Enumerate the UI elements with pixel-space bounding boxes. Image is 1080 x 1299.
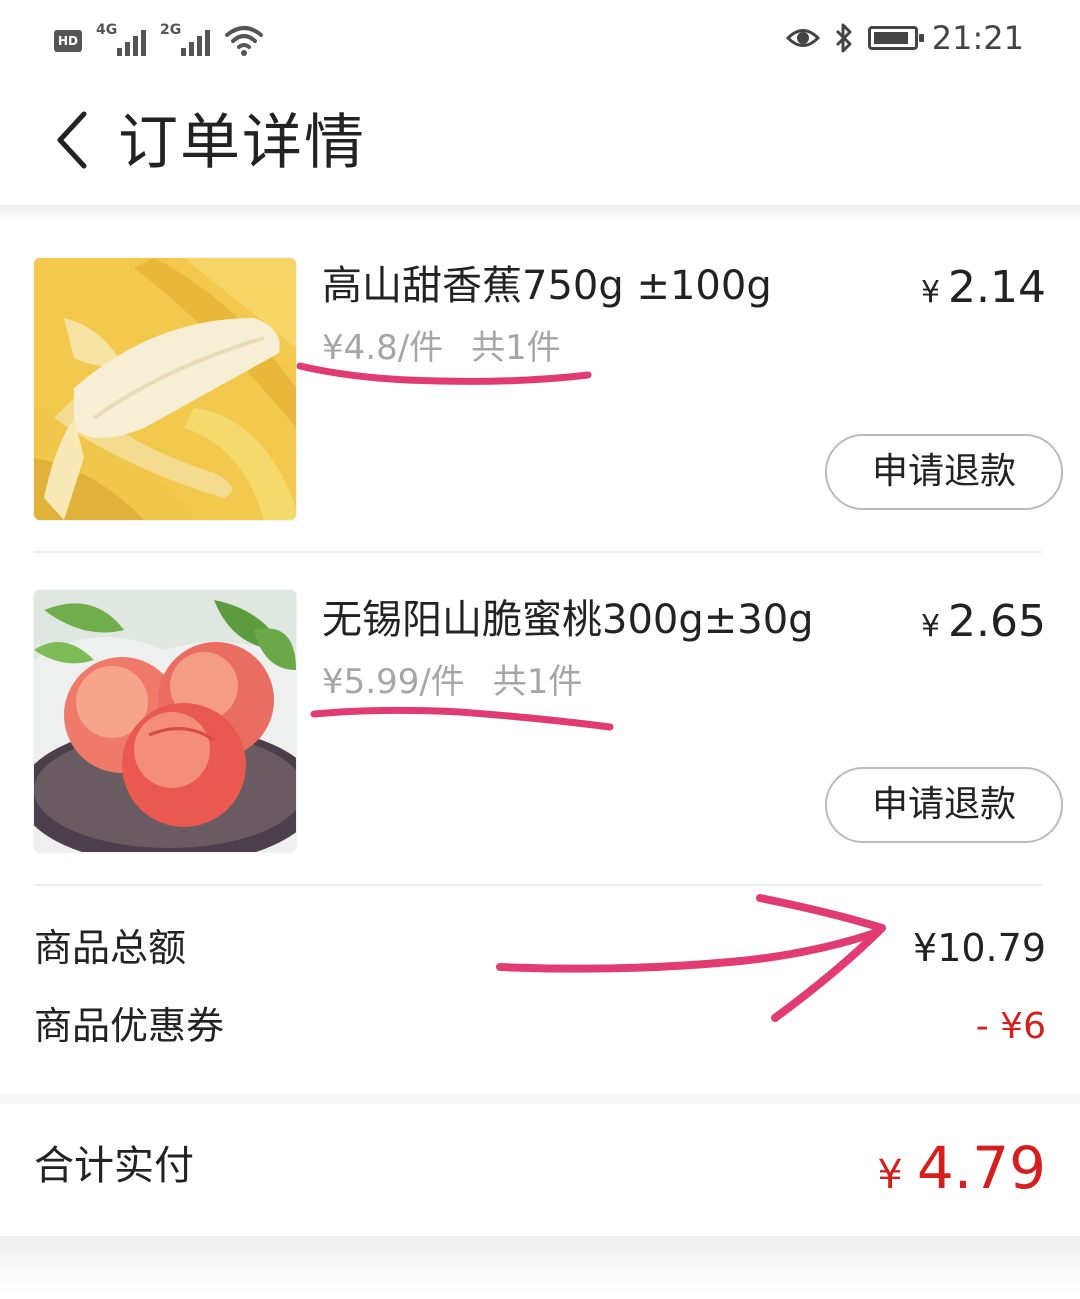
hd-icon: HD bbox=[54, 30, 82, 52]
clock-time: 21:21 bbox=[931, 19, 1024, 57]
page-title: 订单详情 bbox=[118, 108, 366, 178]
wifi-icon bbox=[225, 26, 263, 56]
peach-image bbox=[34, 590, 296, 852]
chevron-left-icon[interactable] bbox=[50, 110, 100, 170]
item-quantity: 共1件 bbox=[492, 662, 583, 702]
section-divider bbox=[0, 1094, 1080, 1104]
item-name: 高山甜香蕉750g ±100g bbox=[322, 263, 772, 309]
goods-total-label: 商品总额 bbox=[34, 926, 187, 970]
app-header: 订单详情 bbox=[0, 90, 1080, 205]
item-price-value: 2.65 bbox=[948, 596, 1046, 647]
item-price: ¥2.65 bbox=[921, 596, 1046, 647]
currency-symbol: ¥ bbox=[920, 609, 941, 644]
header-divider bbox=[0, 205, 1080, 221]
status-bar-right: 21:21 bbox=[785, 18, 1024, 58]
item-divider bbox=[34, 884, 1042, 886]
order-item: 高山甜香蕉750g ±100g ¥4.8/件 共1件 ¥2.14 申请退款 bbox=[0, 228, 1080, 548]
total-currency-symbol: ¥ bbox=[877, 1152, 903, 1198]
goods-total-value: ¥10.79 bbox=[913, 926, 1046, 970]
total-paid-value: 4.79 bbox=[916, 1134, 1046, 1202]
order-item: 无锡阳山脆蜜桃300g±30g ¥5.99/件 共1件 ¥2.65 申请退款 bbox=[0, 562, 1080, 882]
total-paid-label: 合计实付 bbox=[34, 1143, 194, 1189]
eye-icon bbox=[785, 29, 820, 47]
battery-icon bbox=[867, 26, 924, 50]
currency-symbol: ¥ bbox=[920, 275, 941, 310]
arrow-mark bbox=[496, 928, 882, 973]
item-unit-price: ¥5.99/件 bbox=[322, 662, 465, 702]
bluetooth-icon bbox=[835, 23, 852, 53]
signal-icon-2: 2G bbox=[160, 22, 210, 58]
network-type-2: 2G bbox=[160, 22, 182, 38]
status-bar: HD 4G 2G 21:21 bbox=[0, 0, 1080, 80]
item-unit-price: ¥4.8/件 bbox=[322, 328, 444, 368]
item-divider bbox=[34, 551, 1042, 553]
banana-image bbox=[34, 258, 296, 520]
status-bar-left: HD 4G 2G bbox=[54, 18, 264, 58]
signal-icon: 4G bbox=[96, 22, 146, 58]
item-unit-price-line: ¥5.99/件 共1件 bbox=[322, 662, 582, 702]
total-paid: ¥4.79 bbox=[877, 1134, 1046, 1202]
item-quantity: 共1件 bbox=[471, 328, 561, 368]
coupon-value: - ¥6 bbox=[975, 1006, 1046, 1047]
network-type-1: 4G bbox=[96, 22, 118, 38]
arrow-mark bbox=[756, 894, 886, 1022]
coupon-label: 商品优惠券 bbox=[34, 1004, 225, 1048]
bottom-shadow bbox=[0, 1236, 1080, 1299]
item-unit-price-line: ¥4.8/件 共1件 bbox=[322, 328, 561, 368]
item-name: 无锡阳山脆蜜桃300g±30g bbox=[322, 597, 814, 643]
refund-button[interactable]: 申请退款 bbox=[825, 434, 1063, 510]
item-price: ¥2.14 bbox=[921, 262, 1046, 313]
order-detail-page: HD 4G 2G 21:21 订单详情 高山甜香蕉750g ±100g ¥4.8… bbox=[0, 0, 1080, 1299]
item-price-value: 2.14 bbox=[948, 262, 1046, 313]
refund-button[interactable]: 申请退款 bbox=[825, 767, 1063, 843]
